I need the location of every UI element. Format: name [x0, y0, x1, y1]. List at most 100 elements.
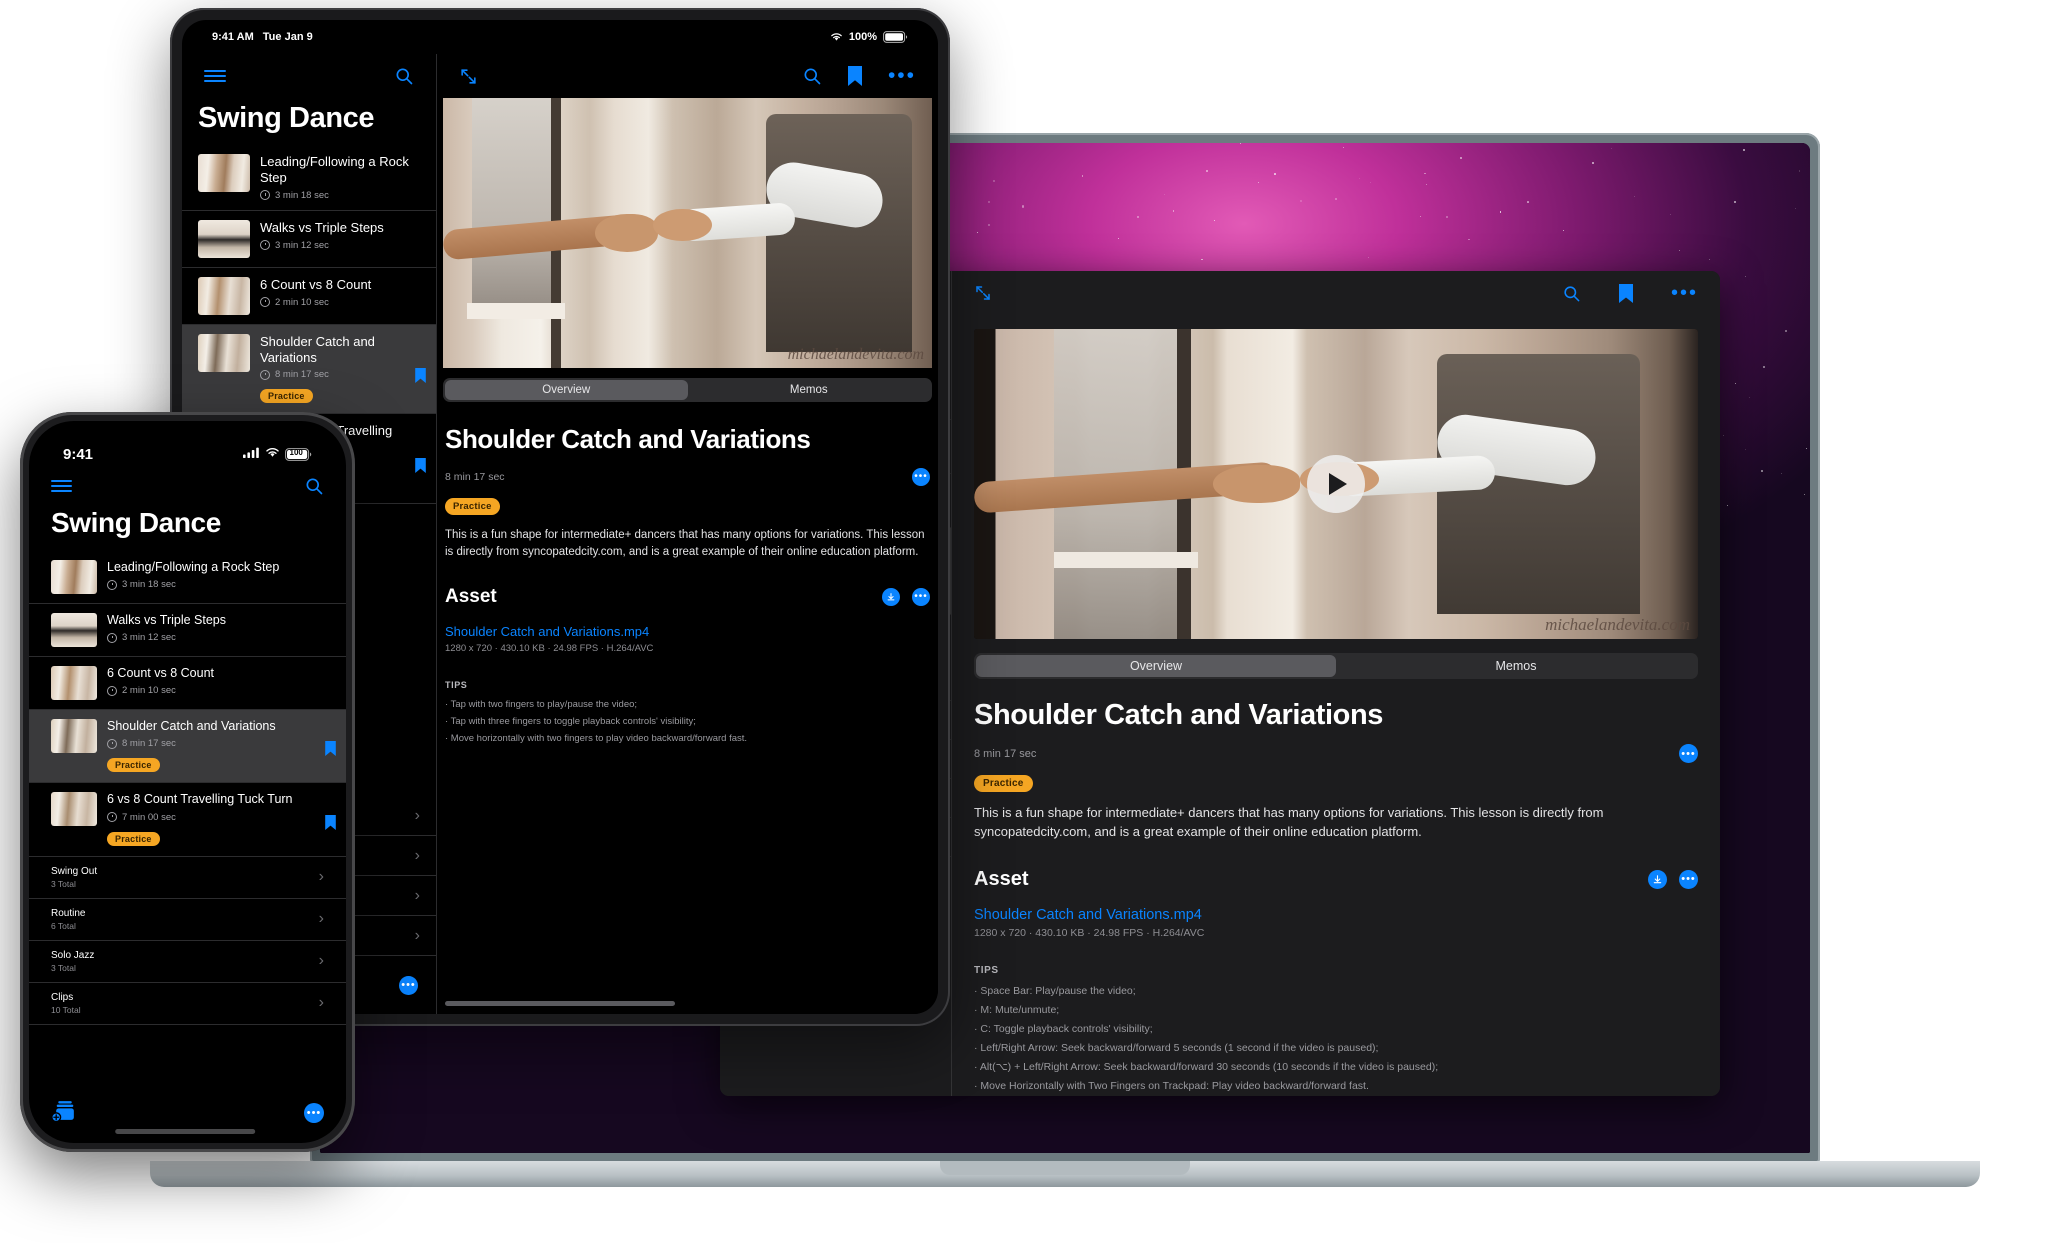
search-icon[interactable]: [802, 66, 822, 86]
chevron-right-icon[interactable]: ›: [319, 868, 324, 886]
lesson-title: Walks vs Triple Steps: [107, 613, 227, 627]
battery-percent-label: 100: [289, 448, 303, 457]
ellipsis-icon[interactable]: •••: [912, 588, 930, 607]
clock-icon: [260, 369, 270, 380]
list-item[interactable]: 6 Count vs 8 Count 2 min 10 sec: [182, 268, 436, 325]
chevron-right-icon[interactable]: ›: [415, 927, 420, 945]
video-frame-art: [443, 98, 932, 368]
play-icon[interactable]: [1307, 455, 1365, 513]
search-icon[interactable]: [304, 476, 324, 496]
list-item[interactable]: Leading/Following a Rock Step 3 min 18 se…: [182, 145, 436, 211]
lesson-title: 6 Count vs 8 Count: [107, 666, 215, 680]
bookmark-icon[interactable]: [847, 66, 862, 86]
hamburger-menu-icon[interactable]: [204, 67, 226, 85]
group-subtitle: 6 Total: [51, 920, 76, 931]
iphone-group-list[interactable]: Swing Out 3 Total › Routine 6 Total › Solo Jaz…: [29, 857, 346, 1025]
list-item[interactable]: Walks vs Triple Steps 3 min 12 sec: [182, 211, 436, 268]
list-item[interactable]: 6 vs 8 Count Travelling Tuck Turn 7 min 0…: [29, 783, 346, 857]
search-icon[interactable]: [1562, 284, 1581, 303]
list-item[interactable]: Clips10 Total›: [29, 983, 346, 1025]
ellipsis-icon[interactable]: •••: [304, 1103, 324, 1123]
group-subtitle: 3 Total: [51, 878, 76, 889]
group-text: Swing Out3 Total: [51, 866, 319, 889]
ellipsis-icon[interactable]: •••: [399, 975, 418, 995]
video-player[interactable]: michaelandevita.com: [443, 98, 932, 368]
add-to-library-icon[interactable]: [51, 1099, 78, 1127]
chevron-right-icon[interactable]: ›: [319, 910, 324, 928]
tab-overview[interactable]: Overview: [445, 380, 688, 400]
iphone-lesson-list[interactable]: Leading/Following a Rock Step 3 min 18 se…: [29, 551, 346, 857]
lesson-duration: 3 min 18 sec: [122, 579, 176, 591]
list-item[interactable]: Walks vs Triple Steps 3 min 12 sec: [29, 604, 346, 657]
list-item[interactable]: 6 Count vs 8 Count 2 min 10 sec: [29, 657, 346, 710]
ellipsis-icon[interactable]: •••: [912, 468, 930, 486]
lesson-title: 6 vs 8 Count Travelling Tuck Turn: [107, 792, 293, 807]
chevron-right-icon[interactable]: ›: [415, 887, 420, 905]
clock-icon: [260, 240, 270, 251]
asset-heading: Asset: [445, 586, 497, 608]
ellipsis-icon[interactable]: •••: [888, 65, 916, 86]
download-icon[interactable]: [1648, 869, 1667, 889]
lesson-meta: 3 min 18 sec: [260, 190, 420, 201]
video-player[interactable]: michaelandevita.com: [974, 329, 1698, 639]
chevron-right-icon[interactable]: ›: [319, 952, 324, 970]
list-item[interactable]: Shoulder Catch and Variations 8 min 17 se…: [182, 324, 436, 415]
tab-memos[interactable]: Memos: [688, 380, 931, 400]
list-item[interactable]: Solo Jazz3 Total›: [29, 941, 346, 983]
group-subtitle: 3 Total: [51, 962, 76, 973]
group-title: Swing Out: [51, 865, 98, 877]
list-item[interactable]: Leading/Following a Rock Step 3 min 18 se…: [29, 551, 346, 604]
detail-description: This is a fun shape for intermediate+ da…: [974, 805, 1604, 839]
ipad-sidebar-toolbar: [182, 54, 436, 98]
iphone-content[interactable]: Leading/Following a Rock Step 3 min 18 se…: [29, 551, 346, 1083]
list-item[interactable]: Shoulder Catch and Variations 8 min 17 se…: [29, 710, 346, 784]
chevron-right-icon[interactable]: ›: [415, 847, 420, 865]
tips-list: · Tap with two fingers to play/pause the…: [445, 699, 930, 744]
iphone-nav-bar: [29, 467, 346, 505]
segmented-control[interactable]: Overview Memos: [974, 653, 1698, 679]
lesson-meta: 8 min 17 sec: [107, 738, 324, 749]
bookmark-icon[interactable]: [325, 741, 336, 757]
expand-arrows-icon[interactable]: [974, 284, 992, 302]
chevron-right-icon[interactable]: ›: [319, 994, 324, 1012]
download-icon[interactable]: [882, 588, 900, 607]
bookmark-icon[interactable]: [415, 458, 426, 474]
lesson-duration: 2 min 10 sec: [122, 685, 176, 697]
list-item[interactable]: Routine6 Total›: [29, 899, 346, 941]
lesson-duration: 3 min 12 sec: [122, 632, 176, 644]
expand-arrows-icon[interactable]: [459, 67, 478, 86]
bookmark-icon[interactable]: [325, 814, 336, 830]
lesson-meta: 2 min 10 sec: [107, 685, 324, 696]
list-item: · M: Mute/unmute;: [974, 1003, 1060, 1016]
lesson-text: Shoulder Catch and Variations 8 min 17 se…: [107, 719, 324, 773]
clock-icon: [107, 579, 117, 590]
bookmark-icon[interactable]: [415, 368, 426, 384]
clock-icon: [107, 738, 117, 749]
chevron-right-icon[interactable]: ›: [415, 807, 420, 825]
home-indicator: [114, 1129, 255, 1134]
hamburger-menu-icon[interactable]: [51, 477, 72, 495]
lesson-duration: 3 min 12 sec: [275, 239, 329, 251]
asset-filename-link[interactable]: Shoulder Catch and Variations.mp4: [974, 907, 1698, 923]
ellipsis-icon[interactable]: •••: [1679, 869, 1698, 889]
ellipsis-icon[interactable]: •••: [1679, 744, 1698, 763]
list-item[interactable]: Swing Out3 Total›: [29, 857, 346, 899]
lesson-text: 6 vs 8 Count Travelling Tuck Turn 7 min 0…: [107, 792, 324, 846]
group-text: Clips10 Total: [51, 992, 319, 1015]
lesson-text: Shoulder Catch and Variations 8 min 17 se…: [260, 334, 420, 405]
asset-filename-link[interactable]: Shoulder Catch and Variations.mp4: [445, 624, 930, 639]
tips-heading: TIPS: [974, 964, 999, 976]
mac-toolbar-detail-section: •••: [952, 271, 1720, 315]
lesson-thumbnail: [198, 154, 250, 192]
search-icon[interactable]: [394, 66, 414, 86]
bookmark-icon[interactable]: [1618, 283, 1633, 303]
status-badge: Practice: [260, 389, 313, 404]
ellipsis-icon[interactable]: •••: [1671, 283, 1698, 303]
lesson-text: Leading/Following a Rock Step 3 min 18 se…: [107, 560, 324, 594]
clock-icon: [260, 190, 270, 201]
cellular-signal-icon: [243, 445, 260, 463]
segmented-control[interactable]: Overview Memos: [443, 378, 932, 402]
mac-detail-pane: michaelandevita.com Overview Memos Shoul…: [952, 315, 1720, 1096]
tab-memos[interactable]: Memos: [1336, 655, 1696, 677]
tab-overview[interactable]: Overview: [976, 655, 1336, 677]
